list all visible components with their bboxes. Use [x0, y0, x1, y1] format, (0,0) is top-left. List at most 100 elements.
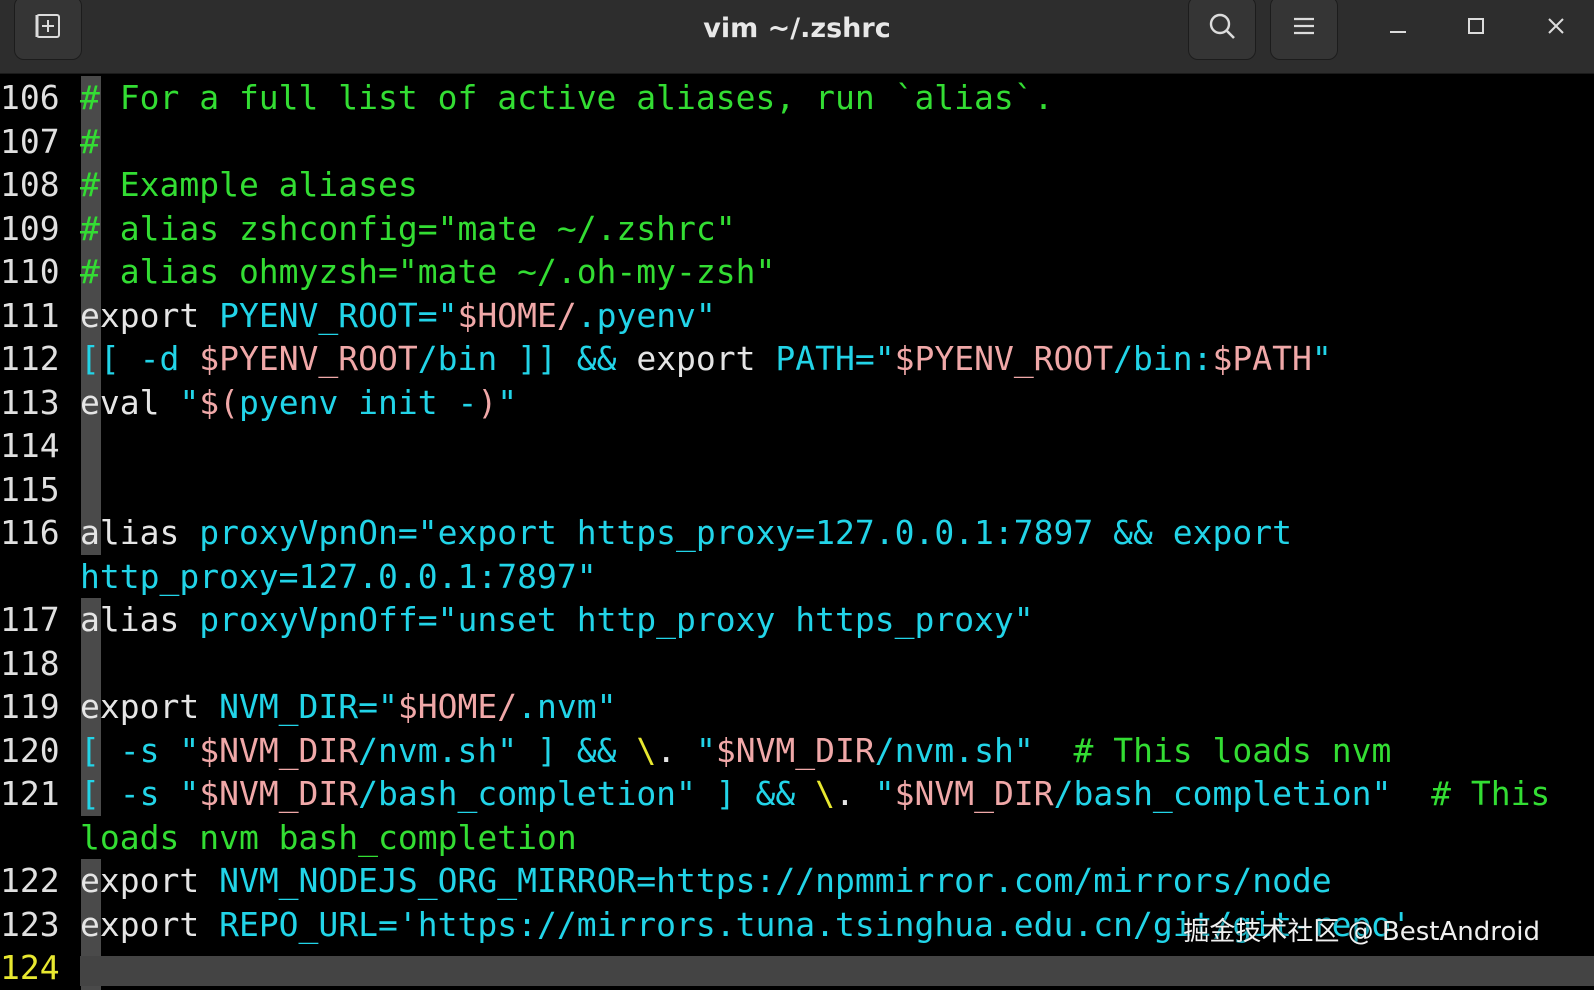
line-number: 115	[0, 469, 60, 509]
code-token: "	[695, 730, 716, 770]
sign-column-cell	[81, 424, 101, 468]
code-token: eval	[80, 382, 180, 422]
code-token: /bash_completion" ] &&	[358, 774, 816, 813]
code-token: # Example aliases	[80, 165, 418, 204]
line-number: 116	[0, 513, 60, 552]
code-token: [ -s "	[80, 774, 200, 813]
code-line-121[interactable]: 121[ -s "$NVM_DIR/bash_completion" ] && …	[0, 772, 1550, 816]
title-bar: vim ~/.zshrc	[0, 0, 1594, 74]
minimize-icon	[1386, 14, 1410, 42]
line-number: 120	[0, 730, 60, 770]
line-number: 114	[0, 426, 60, 465]
code-token: .	[656, 730, 696, 770]
code-token: $NVM_DIR	[715, 730, 875, 770]
code-line-116[interactable]: 116 alias proxyVpnOn="export https_proxy=…	[0, 511, 1292, 555]
code-token: /bin ]] &&	[417, 339, 637, 378]
code-line-110[interactable]: 110 # alias ohmyzsh="mate ~/.oh-my-zsh"	[0, 250, 775, 294]
line-number: 109	[0, 208, 60, 248]
code-line-124[interactable]: 124	[0, 946, 80, 990]
code-token: # For a full list of active aliases, run…	[80, 78, 1054, 117]
minimize-button[interactable]	[1378, 8, 1418, 48]
maximize-icon	[1464, 14, 1488, 42]
window-title: vim ~/.zshrc	[703, 12, 891, 44]
code-token: $HOME/	[457, 295, 577, 335]
code-token: /nvm.sh"	[874, 730, 1074, 770]
sign-column-cell	[81, 467, 101, 512]
code-token: /bin:	[1113, 339, 1213, 378]
code-token: .	[835, 774, 875, 813]
code-line-114[interactable]: 114	[0, 424, 80, 468]
code-token: /nvm.sh" ] &&	[358, 730, 637, 770]
code-line-108[interactable]: 108 # Example aliases	[0, 163, 418, 207]
code-token: "	[497, 382, 518, 422]
code-token: export	[80, 295, 220, 335]
code-line-106[interactable]: 106 # For a full list of active aliases, …	[0, 76, 1054, 120]
code-line-107[interactable]: 107 #	[0, 120, 100, 164]
line-number: 111	[0, 295, 60, 335]
code-token: $PYENV_ROOT	[199, 339, 418, 378]
line-number: 123	[0, 904, 60, 944]
code-line-119[interactable]: 119 export NVM_DIR="$HOME/.nvm"	[0, 685, 616, 729]
code-token: $NVM_DIR	[199, 730, 359, 770]
code-token: #	[80, 121, 100, 161]
code-token: .nvm"	[517, 687, 617, 726]
code-token: alias	[80, 513, 200, 552]
code-token: [[ -d	[80, 339, 200, 378]
code-token: # This	[1431, 774, 1551, 813]
code-line-wrap[interactable]: loads nvm bash_completion	[0, 816, 577, 860]
code-token: export	[80, 861, 220, 900]
code-token: http_proxy=127.0.0.1:7897"	[80, 556, 597, 596]
line-number: 107	[0, 121, 60, 161]
code-token: "	[179, 382, 200, 422]
code-token: # This loads nvm	[1073, 730, 1392, 770]
line-number: 112	[0, 339, 60, 378]
code-token: NVM_NODEJS_ORG_MIRROR=https://npmmirror.…	[219, 861, 1332, 900]
maximize-button[interactable]	[1456, 8, 1496, 48]
line-number: 113	[0, 382, 60, 422]
code-token: $PATH	[1212, 339, 1312, 378]
line-number: 106	[0, 78, 60, 117]
code-line-wrap[interactable]: http_proxy=127.0.0.1:7897"	[0, 555, 597, 599]
code-token: [ -s "	[80, 730, 200, 770]
line-number: 118	[0, 643, 60, 683]
code-token: PYENV_ROOT="	[219, 295, 458, 335]
code-line-109[interactable]: 109 # alias zshconfig="mate ~/.zshrc"	[0, 207, 736, 251]
code-token: # alias zshconfig="mate ~/.zshrc"	[80, 208, 736, 248]
code-token: $PYENV_ROOT	[894, 339, 1114, 378]
menu-button[interactable]	[1270, 0, 1338, 60]
code-line-112[interactable]: 112 [[ -d $PYENV_ROOT/bin ]] && export PA…	[0, 337, 1332, 381]
code-line-117[interactable]: 117 alias proxyVpnOff="unset http_proxy h…	[0, 598, 1034, 642]
sign-column-cell	[81, 641, 101, 686]
code-token: "	[1311, 339, 1332, 378]
hamburger-menu-icon	[1290, 14, 1318, 42]
line-number: 124	[0, 948, 60, 987]
status-line-band	[80, 956, 1594, 986]
close-icon	[1544, 14, 1568, 42]
code-token: loads nvm bash_completion	[80, 817, 577, 857]
vim-editor-buffer[interactable]: 106 # For a full list of active aliases, …	[0, 75, 1594, 990]
code-token: export	[80, 687, 220, 726]
code-line-122[interactable]: 122 export NVM_NODEJS_ORG_MIRROR=https://…	[0, 859, 1332, 903]
line-number: 110	[0, 252, 60, 291]
code-token: "	[874, 774, 895, 813]
code-line-118[interactable]: 118	[0, 642, 80, 686]
watermark: 掘金技术社区 @ BestAndroid	[1183, 917, 1540, 947]
code-line-120[interactable]: 120[ -s "$NVM_DIR/nvm.sh" ] && \. "$NVM_…	[0, 729, 1391, 773]
code-token: \	[636, 730, 657, 770]
code-token: PATH="	[775, 339, 895, 378]
code-token: NVM_DIR="	[219, 687, 398, 726]
code-token: )	[477, 382, 498, 422]
code-token: \	[815, 774, 836, 813]
close-button[interactable]	[1536, 8, 1576, 48]
line-number: 122	[0, 861, 60, 900]
line-number: 117	[0, 600, 60, 639]
code-token: $NVM_DIR	[199, 774, 359, 813]
code-line-115[interactable]: 115	[0, 468, 80, 512]
code-line-111[interactable]: 111 export PYENV_ROOT="$HOME/.pyenv"	[0, 294, 716, 338]
code-token: pyenv init -	[238, 382, 478, 422]
code-token: $HOME/	[397, 687, 518, 726]
code-token: proxyVpnOff="unset http_proxy https_prox…	[199, 600, 1034, 639]
search-button[interactable]	[1188, 0, 1256, 60]
code-line-113[interactable]: 113 eval "$(pyenv init -)"	[0, 381, 517, 425]
code-token: # alias ohmyzsh="mate ~/.oh-my-zsh"	[80, 252, 776, 291]
